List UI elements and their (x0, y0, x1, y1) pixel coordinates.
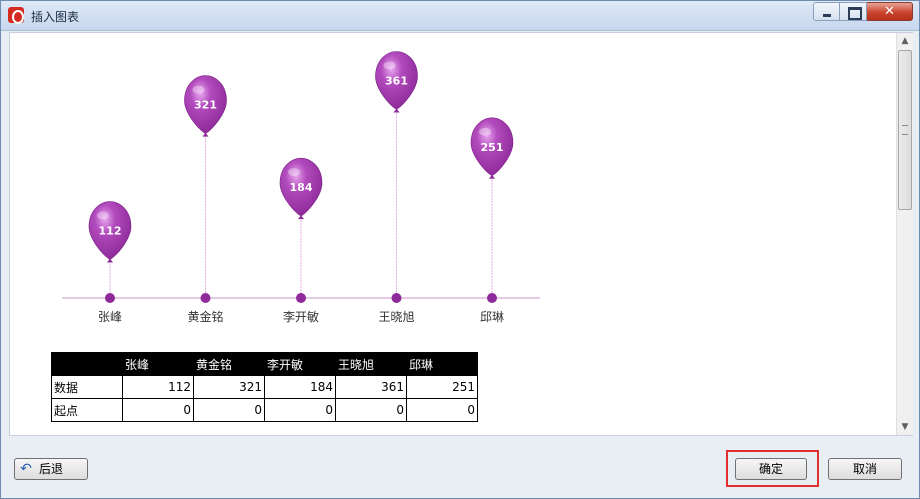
balloon-highlight (288, 168, 300, 177)
axis-point (296, 293, 306, 303)
back-button-label: 后退 (39, 462, 64, 476)
back-button[interactable]: ↶ 后退 (14, 458, 88, 480)
row-label: 起点 (51, 398, 123, 422)
data-label: 184 (290, 181, 313, 194)
maximize-button[interactable] (840, 2, 867, 21)
close-icon: ✕ (884, 4, 895, 19)
ok-button[interactable]: 确定 (735, 458, 807, 480)
table-header-cell: 李开敏 (264, 352, 336, 376)
table-cell[interactable]: 184 (264, 375, 336, 399)
data-label: 361 (385, 74, 408, 87)
category-label: 黄金铭 (187, 309, 223, 324)
balloon-knot (298, 215, 304, 220)
axis-point (487, 293, 497, 303)
scroll-up-icon[interactable]: ▲ (897, 33, 913, 49)
data-label: 321 (194, 99, 217, 112)
table-cell[interactable]: 251 (406, 375, 478, 399)
balloon-knot (202, 132, 209, 137)
balloon-highlight (97, 211, 109, 220)
balloon-knot (489, 174, 495, 179)
table-cell[interactable]: 0 (122, 398, 194, 422)
category-label: 张峰 (98, 310, 122, 324)
chart-data-table: 张峰 黄金铭 李开敏 王晓旭 邱琳 数据 112 321 184 361 251… (51, 352, 478, 422)
minimize-button[interactable] (813, 2, 840, 21)
balloon-highlight (383, 61, 396, 70)
category-label: 王晓旭 (378, 310, 414, 324)
table-cell[interactable]: 0 (193, 398, 265, 422)
window-controls: ✕ (813, 2, 913, 21)
table-header-row: 张峰 黄金铭 李开敏 王晓旭 邱琳 (51, 352, 478, 376)
balloon-highlight (479, 127, 491, 136)
vertical-scrollbar[interactable]: ▲ ▼ (896, 33, 913, 435)
scroll-down-icon[interactable]: ▼ (897, 419, 913, 435)
table-header-cell: 张峰 (122, 352, 194, 376)
axis-point (391, 293, 402, 303)
undo-arrow-icon: ↶ (20, 461, 32, 477)
table-row: 数据 112 321 184 361 251 (51, 375, 478, 399)
table-cell[interactable]: 361 (335, 375, 407, 399)
table-cell[interactable]: 0 (264, 398, 336, 422)
scroll-thumb[interactable] (898, 50, 912, 210)
table-row: 起点 0 0 0 0 0 (51, 398, 478, 422)
table-cell[interactable]: 0 (406, 398, 478, 422)
balloon-chart: 112 张峰 321 黄金铭 184 李开敏 361 王晓旭 251 邱琳 (62, 51, 540, 324)
category-label: 邱琳 (480, 310, 504, 324)
table-cell[interactable]: 0 (335, 398, 407, 422)
window-title: 插入图表 (31, 10, 80, 24)
app-logo-icon (8, 7, 24, 24)
table-header-cell (51, 352, 123, 376)
close-button[interactable]: ✕ (867, 2, 913, 21)
data-label: 112 (99, 225, 122, 238)
table-cell[interactable]: 321 (193, 375, 265, 399)
table-cell[interactable]: 112 (122, 375, 194, 399)
cancel-button[interactable]: 取消 (828, 458, 902, 480)
balloon-knot (393, 108, 400, 113)
insert-chart-dialog: 插入图表 ✕ 112 张峰 321 黄金铭 184 李开敏 361 王晓旭 251 邱琳 张峰 黄… (0, 0, 920, 499)
balloon-knot (107, 258, 113, 263)
title-bar[interactable]: 插入图表 ✕ (1, 1, 919, 31)
category-label: 李开敏 (283, 309, 319, 324)
data-label: 251 (481, 141, 504, 154)
axis-point (105, 293, 115, 303)
table-header-cell: 邱琳 (406, 352, 478, 376)
row-label: 数据 (51, 375, 123, 399)
chart-preview-panel: 112 张峰 321 黄金铭 184 李开敏 361 王晓旭 251 邱琳 张峰 黄金铭 李开敏 … (9, 32, 913, 436)
table-header-cell: 王晓旭 (335, 352, 407, 376)
axis-point (200, 293, 211, 303)
table-header-cell: 黄金铭 (193, 352, 265, 376)
balloon-highlight (192, 85, 205, 94)
